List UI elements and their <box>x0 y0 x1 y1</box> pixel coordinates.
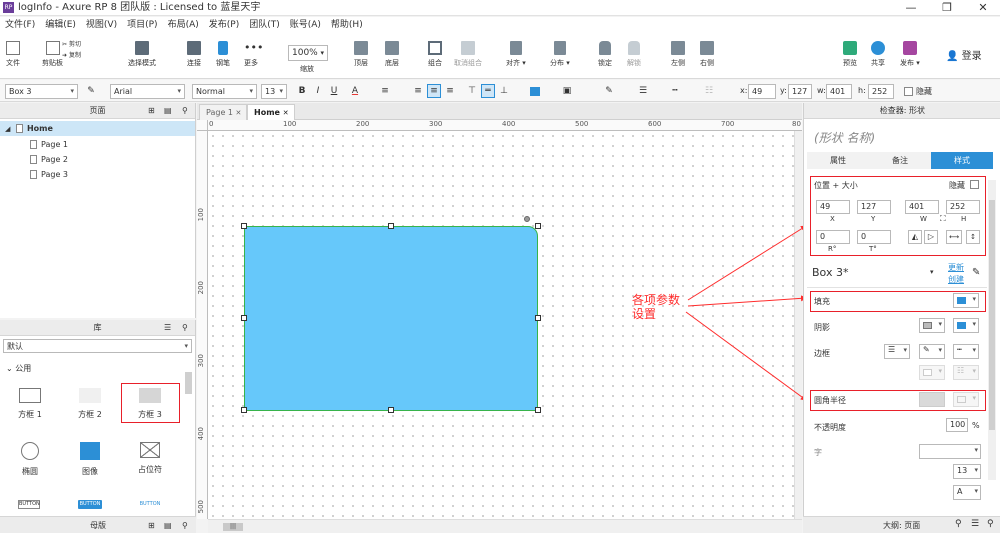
fill-color-dropdown[interactable]: ▾ <box>953 293 979 308</box>
y-caption: Y <box>871 215 876 223</box>
inspector-scroll-thumb[interactable] <box>989 200 995 430</box>
search-icon[interactable]: ⚲ <box>987 519 994 529</box>
chevron-down-icon: ▾ <box>974 487 978 495</box>
chevron-down-icon: ▾ <box>972 346 976 354</box>
corner-icon <box>957 396 966 403</box>
shadow-label: 阴影 <box>814 323 830 332</box>
pen-icon: ✎ <box>923 345 930 354</box>
tab-style[interactable]: 样式 <box>931 152 993 169</box>
line-width-icon: ☰ <box>888 345 896 354</box>
separator <box>807 287 987 288</box>
opacity-unit: % <box>972 421 980 430</box>
inspector-header: 检查器: 形状 <box>804 103 1000 119</box>
rotation-input[interactable]: 0 <box>816 230 850 244</box>
hidden-checkbox[interactable] <box>970 180 979 189</box>
fit-height-icon[interactable]: ↕ <box>966 230 980 244</box>
y-input[interactable]: 127 <box>857 200 891 214</box>
x-caption: X <box>830 215 835 223</box>
chevron-down-icon: ▾ <box>938 346 942 354</box>
position-size-label: 位置 + 大小 <box>814 181 858 190</box>
h-caption: H <box>961 215 967 223</box>
corner-radius-input[interactable] <box>919 392 945 407</box>
annotation-arrow-fill <box>687 295 807 307</box>
inspector-scrollbar[interactable] <box>988 180 996 480</box>
sort-icon[interactable]: ☰ <box>971 519 979 529</box>
chevron-down-icon: ▾ <box>903 346 907 354</box>
create-style-link[interactable]: 创建 <box>948 274 964 285</box>
font-family-dropdown[interactable]: ▾ <box>919 444 981 459</box>
font-color-dropdown[interactable]: A ▾ <box>953 485 981 500</box>
dash-style-icon: ┅ <box>957 345 962 354</box>
corner-radius-dropdown[interactable]: ▾ <box>953 392 979 407</box>
font-color-icon: A <box>957 487 963 496</box>
outer-shadow-dropdown[interactable]: ▾ <box>919 318 945 333</box>
arrow-style-icon: ☷ <box>957 366 965 375</box>
text-rotation-caption: T° <box>869 245 877 253</box>
hidden-label: 隐藏 <box>949 181 965 190</box>
rotation-caption: R° <box>828 245 837 253</box>
chevron-down-icon: ▾ <box>972 367 976 375</box>
w-input[interactable]: 401 <box>905 200 939 214</box>
chevron-down-icon[interactable]: ▾ <box>930 268 934 276</box>
shape-name-field[interactable]: (形状 名称) <box>814 129 875 146</box>
shadow-swatch <box>923 322 932 329</box>
filter-icon[interactable]: ⚲ <box>955 519 962 529</box>
border-visibility-icon <box>923 369 932 376</box>
fill-swatch <box>957 297 966 304</box>
chevron-down-icon: ▾ <box>972 295 976 303</box>
flip-vertical-icon[interactable]: ▷ <box>924 230 938 244</box>
border-label: 边框 <box>814 349 830 358</box>
axure-window: RP logInfo - Axure RP 8 团队版 : Licensed t… <box>0 0 1000 533</box>
style-name: Box 3* <box>812 266 849 279</box>
x-input[interactable]: 49 <box>816 200 850 214</box>
font-size-dropdown[interactable]: 13 ▾ <box>953 464 981 479</box>
shadow-color-swatch <box>957 322 966 329</box>
flip-horizontal-icon[interactable]: ◭ <box>908 230 922 244</box>
chevron-down-icon: ▾ <box>972 394 976 402</box>
chevron-down-icon: ▾ <box>974 446 978 454</box>
border-visibility-dropdown[interactable]: ▾ <box>919 365 945 380</box>
fill-label: 填充 <box>814 297 830 306</box>
chevron-down-icon: ▾ <box>938 320 942 328</box>
corner-radius-label: 圆角半径 <box>814 396 846 405</box>
w-caption: W <box>920 215 927 223</box>
tab-notes[interactable]: 备注 <box>869 152 931 169</box>
border-width-dropdown[interactable]: ☰ ▾ <box>884 344 910 359</box>
opacity-label: 不透明度 <box>814 423 846 432</box>
chevron-down-icon: ▾ <box>938 367 942 375</box>
update-style-link[interactable]: 更新 <box>948 262 964 273</box>
chevron-down-icon: ▾ <box>974 466 978 474</box>
outline-header: 大纲: 页面 ⚲ ☰ ⚲ <box>803 516 1000 533</box>
annotation-arrow-position <box>687 225 807 301</box>
font-label: 字 <box>814 448 822 457</box>
lock-ratio-icon[interactable]: ⛶ <box>940 214 946 224</box>
style-edit-icon[interactable]: ✎ <box>972 267 980 278</box>
opacity-input[interactable]: 100 <box>946 418 968 432</box>
chevron-down-icon: ▾ <box>972 320 976 328</box>
border-color-dropdown[interactable]: ✎ ▾ <box>919 344 945 359</box>
inner-shadow-dropdown[interactable]: ▾ <box>953 318 979 333</box>
text-rotation-input[interactable]: 0 <box>857 230 891 244</box>
inspector-tabs: 属性 备注 样式 <box>807 152 993 169</box>
annotation-arrow-corner <box>685 311 807 401</box>
fit-width-icon[interactable]: ⟷ <box>946 230 962 244</box>
h-input[interactable]: 252 <box>946 200 980 214</box>
tab-properties[interactable]: 属性 <box>807 152 869 169</box>
arrow-style-dropdown[interactable]: ☷ ▾ <box>953 365 979 380</box>
border-style-dropdown[interactable]: ┅ ▾ <box>953 344 979 359</box>
